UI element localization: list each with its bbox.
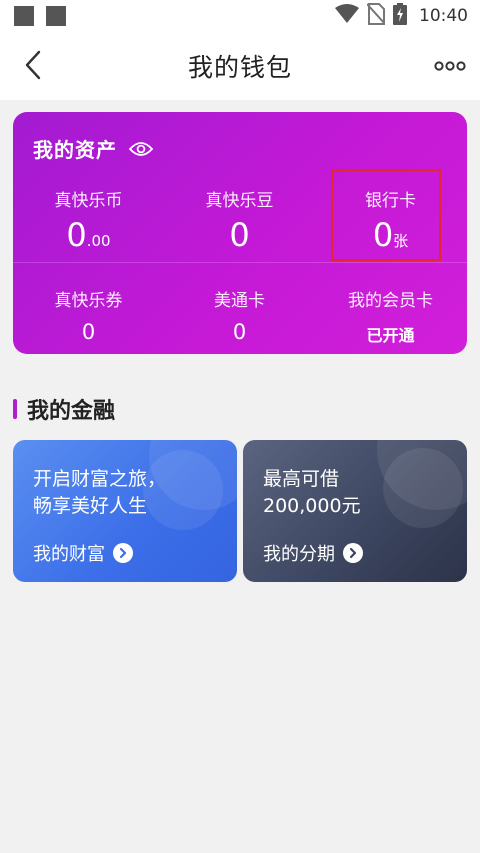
wifi-icon	[335, 4, 359, 28]
back-button[interactable]	[18, 50, 48, 80]
my-wealth-label: 我的财富	[33, 544, 105, 565]
status-icons: 10:40	[335, 0, 468, 32]
my-installment-link[interactable]: 我的分期	[263, 540, 363, 566]
asset-label: 真快乐券	[54, 291, 123, 311]
divider	[13, 262, 467, 263]
page-title: 我的钱包	[187, 53, 292, 82]
asset-item-membership-card[interactable]: 我的会员卡 已开通	[315, 286, 466, 346]
asset-value: 0	[229, 216, 250, 254]
section-accent-bar	[13, 399, 17, 419]
asset-label: 真快乐豆	[205, 191, 274, 211]
asset-value: 0	[232, 320, 247, 344]
asset-value: 0.00	[13, 217, 164, 259]
wealth-card-line2: 畅享美好人生	[33, 495, 148, 517]
more-button[interactable]	[434, 54, 466, 78]
asset-item-coin[interactable]: 真快乐币 0.00	[13, 186, 164, 259]
status-bar: 10:40	[0, 0, 480, 32]
eye-icon[interactable]	[129, 140, 153, 158]
asset-label: 美通卡	[214, 291, 265, 311]
installment-card-line1: 最高可借	[263, 468, 340, 490]
asset-value: 已开通	[366, 326, 415, 345]
wealth-card-line1: 开启财富之旅，	[33, 468, 167, 490]
installment-card[interactable]: 最高可借 200,000元 我的分期	[243, 440, 467, 582]
asset-label: 真快乐币	[54, 191, 123, 211]
asset-value: 0	[81, 320, 96, 344]
wealth-card[interactable]: 开启财富之旅， 畅享美好人生 我的财富	[13, 440, 237, 582]
status-time: 10:40	[419, 6, 468, 26]
nav-bar: 我的钱包	[0, 32, 480, 100]
battery-charging-icon	[393, 3, 407, 29]
asset-header: 我的资产	[33, 134, 153, 163]
asset-item-beans[interactable]: 真快乐豆 0	[164, 186, 315, 253]
asset-title: 我的资产	[33, 138, 117, 162]
finance-title: 我的金融	[27, 399, 116, 424]
finance-header: 我的金融	[13, 393, 115, 425]
asset-item-meitong-card[interactable]: 美通卡 0	[164, 286, 315, 344]
bank-card-highlight-box	[331, 169, 441, 261]
wealth-card-text: 开启财富之旅， 畅享美好人生	[33, 466, 166, 520]
chevron-left-icon	[25, 50, 41, 80]
arrow-right-icon	[343, 543, 363, 563]
notification-square-icon	[14, 6, 34, 26]
notification-square-icon	[46, 6, 66, 26]
installment-card-line2: 200,000元	[263, 495, 361, 517]
my-wealth-link[interactable]: 我的财富	[33, 540, 133, 566]
asset-card: 我的资产 真快乐币 0.00 真快乐豆 0 银行卡 0张 真快乐券 0 美通卡 …	[13, 112, 467, 354]
my-installment-label: 我的分期	[263, 544, 335, 565]
no-sim-icon	[366, 3, 386, 29]
asset-value-sub: .00	[86, 232, 111, 250]
asset-item-coupon[interactable]: 真快乐券 0	[13, 286, 164, 344]
installment-card-text: 最高可借 200,000元	[263, 466, 361, 520]
decor-circle	[383, 448, 463, 528]
asset-value-main: 0	[66, 216, 87, 254]
arrow-right-icon	[113, 543, 133, 563]
asset-label: 我的会员卡	[348, 291, 433, 311]
more-dots-icon	[434, 61, 466, 71]
